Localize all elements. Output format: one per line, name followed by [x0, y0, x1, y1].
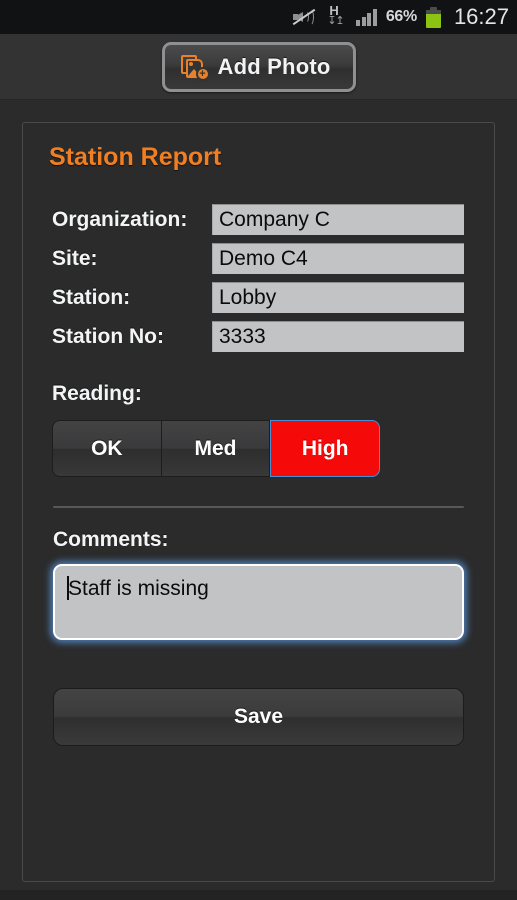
site-field[interactable]: Demo C4 [212, 243, 464, 274]
form-row-organization: Organization: Company C [23, 200, 494, 239]
add-photo-icon: + [180, 53, 210, 81]
page-title: Station Report [49, 143, 222, 171]
form-row-station-no: Station No: 3333 [23, 317, 494, 356]
add-photo-button[interactable]: + Add Photo [161, 41, 356, 92]
status-bar: H ↧ ↥ 66% 16:27 [0, 0, 517, 34]
reading-segmented-control: OK Med High [52, 420, 381, 477]
reading-label: Reading: [52, 382, 142, 405]
signal-bars-icon [356, 8, 377, 26]
form-row-station: Station: Lobby [23, 278, 494, 317]
station-label: Station: [52, 285, 131, 309]
reading-option-high-label: High [301, 436, 349, 460]
mute-speaker-icon [292, 7, 316, 27]
comments-section: Comments: Staff is missing [53, 528, 464, 640]
save-button[interactable]: Save [53, 688, 464, 746]
reading-option-ok[interactable]: OK [52, 420, 162, 477]
comments-input[interactable]: Staff is missing [53, 564, 464, 640]
organization-field[interactable]: Company C [212, 204, 464, 235]
station-field[interactable]: Lobby [212, 282, 464, 313]
top-action-bar: + Add Photo [0, 34, 517, 100]
organization-label: Organization: [52, 207, 188, 231]
battery-icon [425, 6, 441, 28]
reading-option-high[interactable]: High [270, 420, 381, 477]
form-row-site: Site: Demo C4 [23, 239, 494, 278]
station-form: Organization: Company C Site: Demo C4 St… [23, 200, 494, 356]
station-no-field[interactable]: 3333 [212, 321, 464, 352]
report-panel: Station Report Organization: Company C S… [22, 122, 495, 882]
status-bar-clock: 16:27 [453, 4, 509, 29]
reading-option-ok-label: OK [91, 436, 123, 460]
battery-percent-label: 66% [385, 8, 417, 25]
reading-option-med-label: Med [194, 436, 237, 460]
add-photo-label: Add Photo [217, 53, 331, 79]
comments-value: Staff is missing [68, 577, 209, 600]
save-button-label: Save [233, 705, 284, 728]
reading-option-med[interactable]: Med [161, 420, 271, 477]
bottom-strip [0, 890, 517, 900]
site-label: Site: [52, 246, 98, 270]
hspa-data-icon: H ↧ ↥ [327, 3, 345, 27]
comments-label: Comments: [53, 528, 169, 551]
app-screen: + Add Photo Station Report Organization:… [0, 34, 517, 900]
section-divider [53, 506, 464, 508]
station-no-label: Station No: [52, 324, 164, 348]
